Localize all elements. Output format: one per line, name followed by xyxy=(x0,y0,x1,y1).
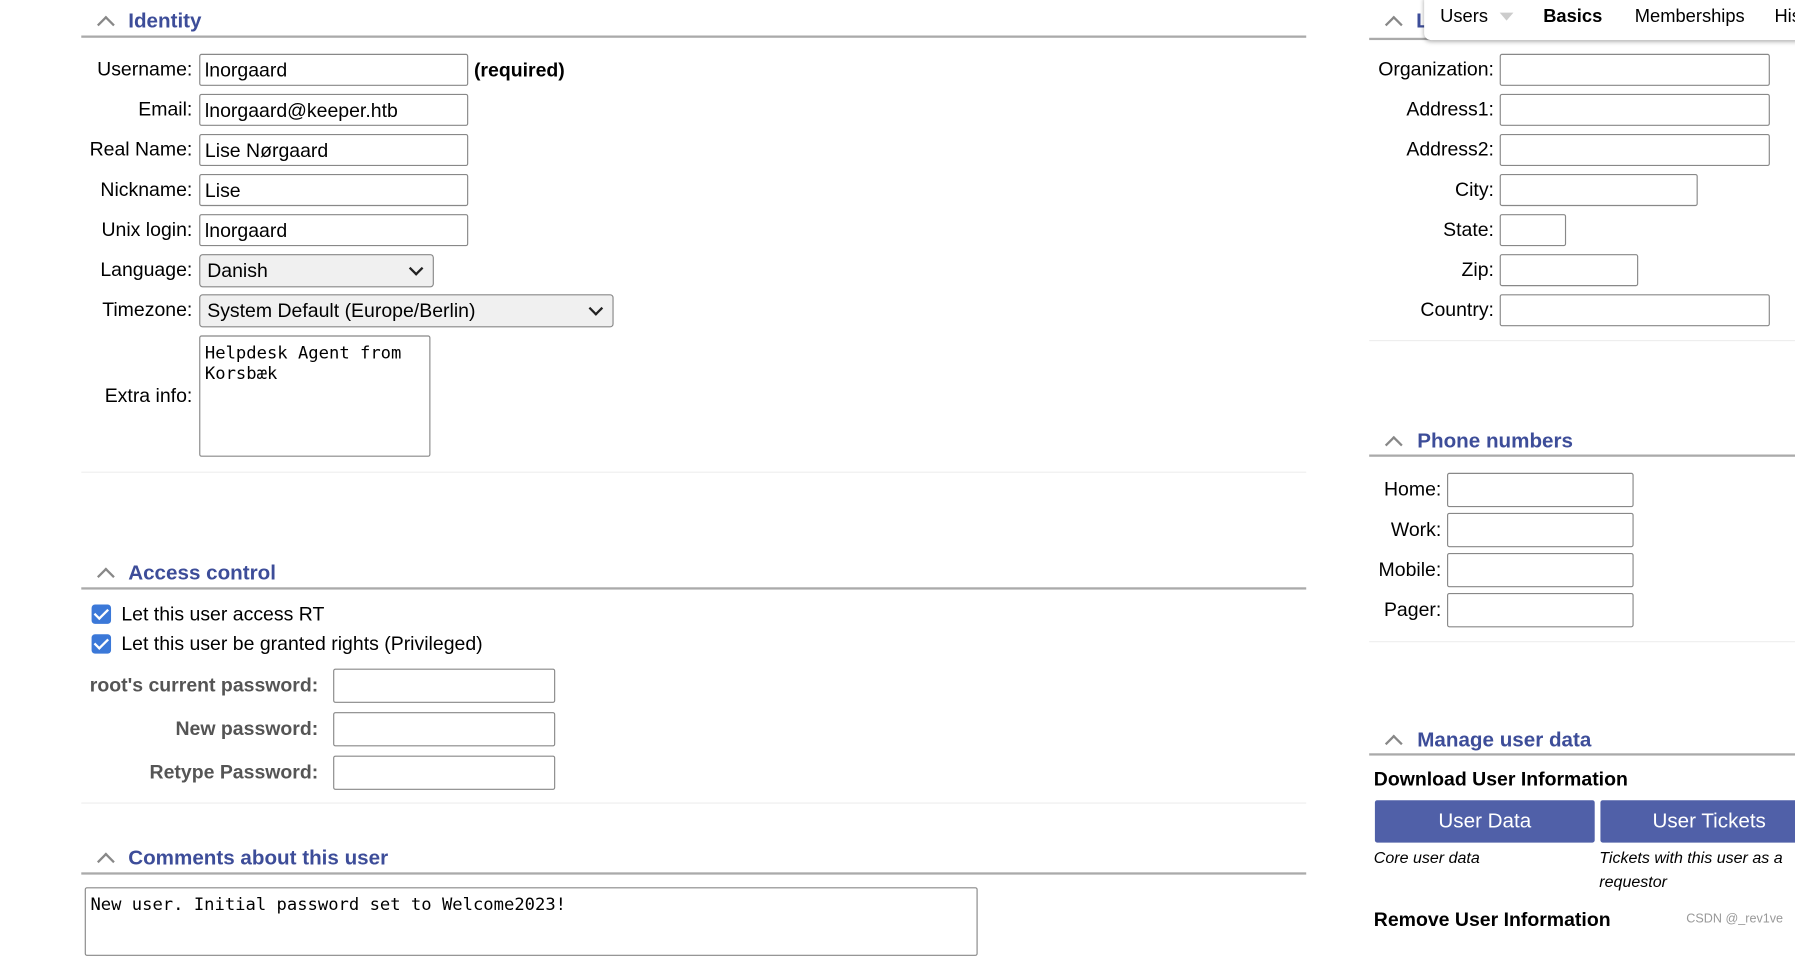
field-label: Unix login: xyxy=(101,218,193,241)
tab-memberships[interactable]: Memberships xyxy=(1635,7,1745,28)
phone-input[interactable] xyxy=(1447,552,1634,588)
comments-title: Comments about this user xyxy=(128,846,389,869)
location-input[interactable] xyxy=(1499,53,1770,86)
caret-down-icon[interactable] xyxy=(1499,12,1514,21)
password-label: New password: xyxy=(175,717,319,740)
phone-input[interactable] xyxy=(1447,512,1634,548)
password-input[interactable] xyxy=(333,668,556,703)
tab-basics[interactable]: Basics xyxy=(1543,7,1602,28)
extra-info-label: Extra info: xyxy=(104,384,193,407)
password-label: root's current password: xyxy=(89,674,319,697)
collapse-manage-icon[interactable] xyxy=(1384,734,1403,753)
language-value: Danish xyxy=(207,259,268,282)
timezone-value: System Default (Europe/Berlin) xyxy=(207,299,476,322)
location-input[interactable] xyxy=(1499,93,1770,126)
field-label: Username: xyxy=(97,58,193,81)
identity-title: Identity xyxy=(128,9,202,33)
collapse-location-icon[interactable] xyxy=(1384,15,1403,34)
phone-label: Mobile: xyxy=(1378,558,1442,581)
field-label: Email: xyxy=(138,98,193,121)
location-label: Address2: xyxy=(1406,138,1494,161)
location-label: State: xyxy=(1443,218,1494,241)
password-input[interactable] xyxy=(333,712,556,747)
manage-title: Manage user data xyxy=(1417,728,1592,751)
location-input[interactable] xyxy=(1499,133,1770,166)
phone-label: Work: xyxy=(1390,518,1442,541)
tab-history[interactable]: His xyxy=(1774,7,1795,28)
password-label: Retype Password: xyxy=(149,761,319,784)
language-select[interactable]: Danish xyxy=(199,254,434,288)
phone-label: Home: xyxy=(1383,478,1442,501)
timezone-label: Timezone: xyxy=(102,298,193,321)
access-rt-label: Let this user access RT xyxy=(121,603,325,626)
location-label: Address1: xyxy=(1406,98,1494,121)
field-input[interactable]: Lise Nørgaard xyxy=(199,133,469,166)
tab-menu: Users Basics Memberships His xyxy=(1424,0,1795,41)
language-label: Language: xyxy=(100,258,193,281)
phones-title: Phone numbers xyxy=(1417,429,1573,453)
chevron-down-icon xyxy=(588,301,604,316)
timezone-select[interactable]: System Default (Europe/Berlin) xyxy=(199,294,614,328)
comments-textarea[interactable]: New user. Initial password set to Welcom… xyxy=(84,887,978,956)
field-label: Nickname: xyxy=(100,178,193,201)
phone-label: Pager: xyxy=(1383,598,1442,621)
field-input[interactable]: lnorgaard xyxy=(199,53,469,86)
access-title: Access control xyxy=(128,560,276,584)
user-tickets-desc: Tickets with this user as a requestor xyxy=(1599,848,1783,891)
field-label: Real Name: xyxy=(89,138,193,161)
chevron-down-icon xyxy=(408,261,424,276)
collapse-comments-icon[interactable] xyxy=(96,852,115,871)
location-label: Country: xyxy=(1420,298,1494,321)
location-input[interactable] xyxy=(1499,214,1567,247)
collapse-identity-icon[interactable] xyxy=(96,15,115,34)
watermark: CSDN @_rev1ve xyxy=(1686,912,1784,927)
location-label: City: xyxy=(1455,178,1494,201)
privileged-checkbox[interactable] xyxy=(91,634,112,654)
collapse-access-icon[interactable] xyxy=(96,567,115,586)
download-heading: Download User Information xyxy=(1373,768,1628,790)
phone-input[interactable] xyxy=(1447,593,1634,628)
user-data-button[interactable]: User Data xyxy=(1374,800,1595,843)
remove-heading: Remove User Information xyxy=(1373,908,1611,931)
location-label: Zip: xyxy=(1461,258,1494,281)
user-tickets-button[interactable]: User Tickets xyxy=(1600,800,1795,843)
privileged-label: Let this user be granted rights (Privile… xyxy=(121,633,483,655)
tab-users[interactable]: Users xyxy=(1440,7,1488,28)
location-label: Organization: xyxy=(1378,58,1494,81)
required-note: (required) xyxy=(473,59,565,82)
field-input[interactable]: Lise xyxy=(199,174,469,207)
location-input[interactable] xyxy=(1499,294,1770,327)
password-input[interactable] xyxy=(333,755,556,790)
collapse-phones-icon[interactable] xyxy=(1384,435,1403,454)
phone-input[interactable] xyxy=(1447,472,1634,508)
access-rt-checkbox[interactable] xyxy=(91,604,112,624)
user-data-desc: Core user data xyxy=(1373,848,1480,867)
location-input[interactable] xyxy=(1499,174,1698,207)
location-input[interactable] xyxy=(1499,254,1639,287)
extra-info-textarea[interactable]: Helpdesk Agent from Korsbæk xyxy=(199,335,431,457)
field-input[interactable]: lnorgaard xyxy=(199,214,469,247)
field-input[interactable]: lnorgaard@keeper.htb xyxy=(199,93,469,126)
